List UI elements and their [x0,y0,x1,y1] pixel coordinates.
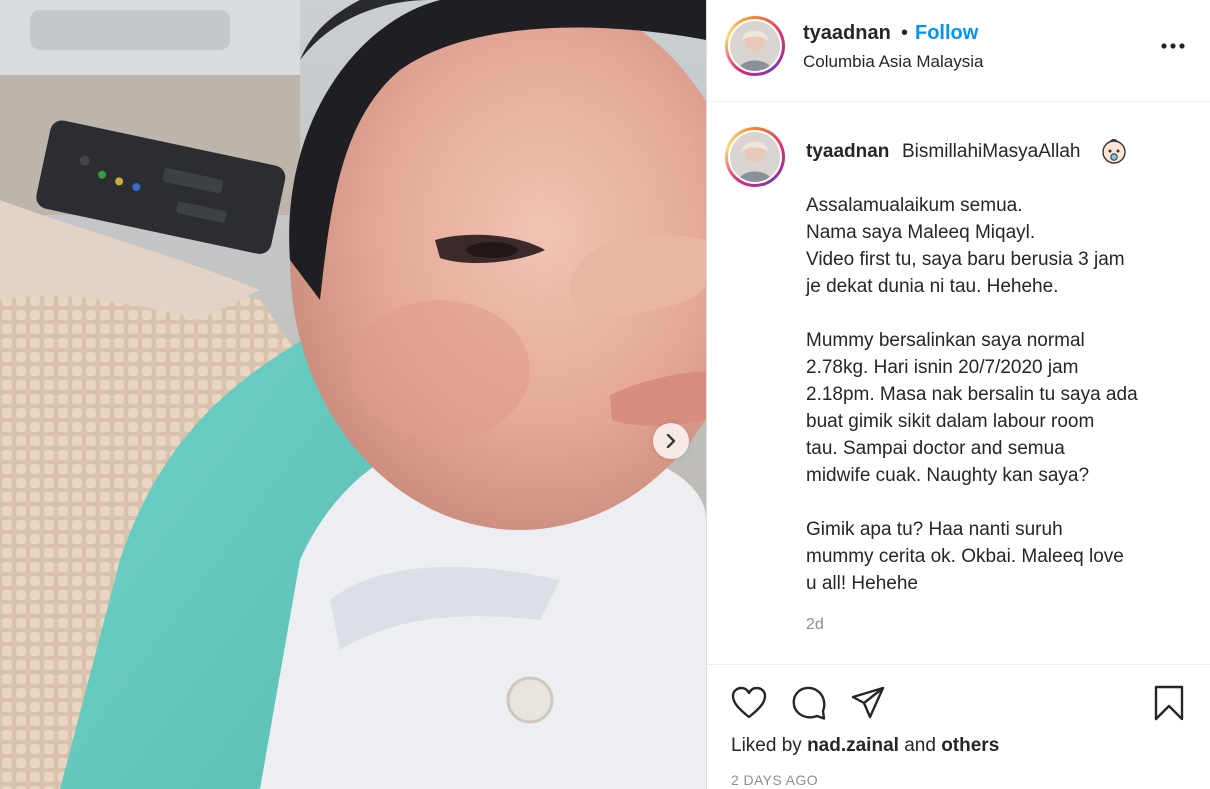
caption-line: buat gimik sikit dalam labour room [806,411,1095,432]
caption-line: Mummy bersalinkan saya normal [806,330,1085,351]
more-options-button[interactable] [1159,32,1187,60]
comment-icon [792,686,826,720]
avatar-image [730,132,780,182]
follow-button[interactable]: Follow [915,22,978,45]
next-media-button[interactable] [653,423,689,459]
post-date[interactable]: 2 DAYS AGO [731,772,818,788]
post-photo [0,0,706,789]
caption-section: tyaadnan BismillahiMasyaAllah Assalamual… [707,102,1210,665]
liked-by-text: Liked by nad.zainal and others [731,735,999,757]
caption-paragraph: Gimik apa tu? Haa nanti suruh mummy ceri… [806,516,1186,597]
caption-first-line: BismillahiMasyaAllah [902,141,1081,162]
caption-line: tau. Sampai doctor and semua [806,438,1065,459]
liked-by-user-link[interactable]: nad.zainal [807,735,899,756]
post-side-panel: tyaadnan • Follow Columbia Asia Malaysia [707,0,1210,789]
share-button[interactable] [848,683,888,723]
caption-avatar[interactable] [725,127,785,187]
caption-line: midwife cuak. Naughty kan saya? [806,465,1090,486]
chevron-right-icon [666,434,676,448]
caption-line: Video first tu, saya baru berusia 3 jam [806,249,1125,270]
avatar-image [730,21,780,71]
caption-line: Gimik apa tu? Haa nanti suruh [806,519,1063,540]
share-icon [851,686,885,719]
separator-dot: • [901,22,909,44]
caption-line: mummy cerita ok. Okbai. Maleeq love [806,546,1124,567]
comment-button[interactable] [789,683,829,723]
caption-line: 2.78kg. Hari isnin 20/7/2020 jam [806,357,1079,378]
baby-face-icon [1102,139,1126,164]
liked-by-and: and [904,735,936,756]
caption-body: Assalamualaikum semua. Nama saya Maleeq … [806,192,1186,624]
liked-by-prefix: Liked by [731,735,802,756]
caption-line: Assalamualaikum semua. [806,195,1023,216]
caption-line: 2.18pm. Masa nak bersalin tu saya ada [806,384,1138,405]
like-button[interactable] [729,683,769,723]
liked-by-others-link[interactable]: others [941,735,999,756]
caption-paragraph: Assalamualaikum semua. Nama saya Maleeq … [806,192,1186,300]
avatar[interactable] [725,16,785,76]
bookmark-icon [1154,685,1184,721]
save-button[interactable] [1149,683,1189,723]
post-author-username[interactable]: tyaadnan [803,22,891,45]
post-location[interactable]: Columbia Asia Malaysia [803,52,983,72]
more-options-icon [1161,43,1185,49]
caption-line: u all! Hehehe [806,573,918,594]
caption-username[interactable]: tyaadnan [806,141,889,163]
post-header: tyaadnan • Follow Columbia Asia Malaysia [707,0,1210,102]
post-actions: Liked by nad.zainal and others 2 DAYS AG… [707,665,1210,789]
caption-paragraph: Mummy bersalinkan saya normal 2.78kg. Ha… [806,327,1186,489]
caption-line: Nama saya Maleeq Miqayl. [806,222,1036,243]
caption-line: je dekat dunia ni tau. Hehehe. [806,276,1059,297]
heart-icon [731,686,767,719]
caption-timestamp[interactable]: 2d [806,616,824,634]
post-media[interactable] [0,0,706,789]
